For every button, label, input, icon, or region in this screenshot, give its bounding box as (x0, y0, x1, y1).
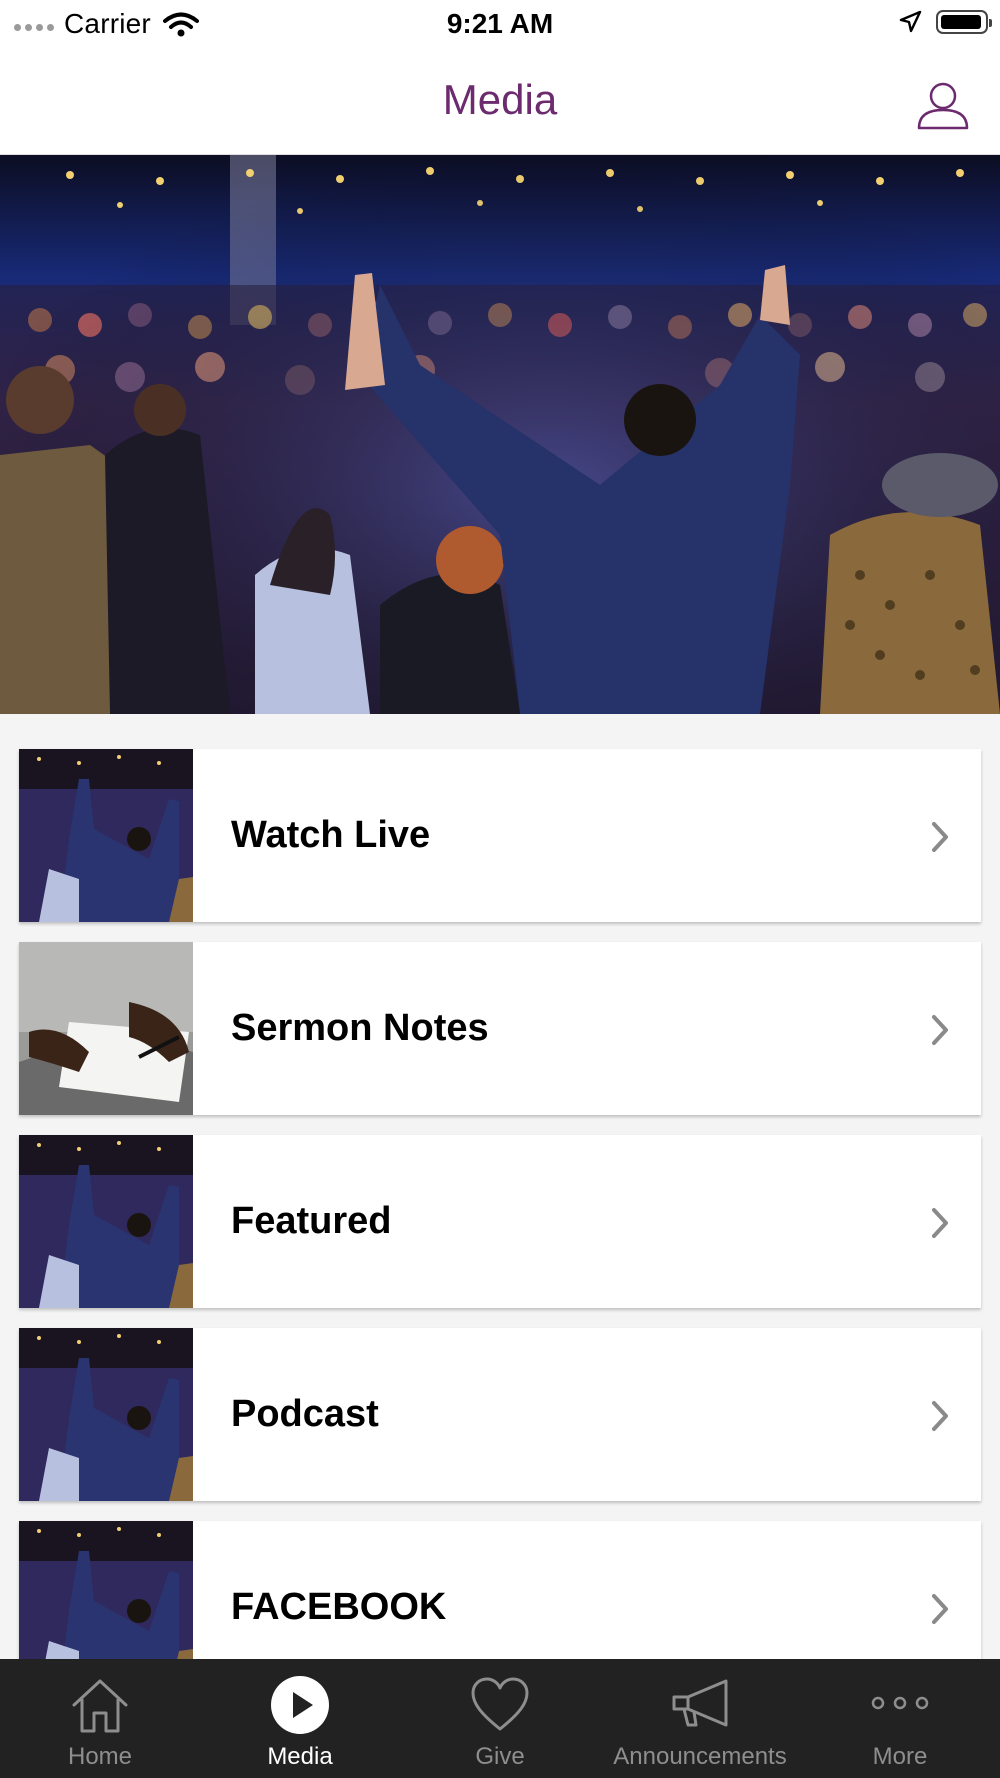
thumbnail-worship-crowd (19, 1135, 193, 1308)
tab-label: Home (67, 1743, 133, 1770)
status-bar: Carrier 9:21 AM (0, 0, 1000, 48)
chevron-right-icon (932, 1015, 948, 1045)
tab-give[interactable]: Give (400, 1659, 600, 1778)
chevron-right-icon (932, 1401, 948, 1431)
play-icon (271, 1676, 329, 1734)
chevron-right-icon (932, 1594, 948, 1624)
thumbnail-note-writing (19, 942, 193, 1115)
thumbnail-worship-crowd (19, 1328, 193, 1501)
tab-bar: Home Media Give Announcements More (0, 1659, 1000, 1778)
chevron-right-icon (932, 1208, 948, 1238)
list-item-podcast[interactable]: Podcast (19, 1328, 981, 1501)
tab-label: Media (267, 1743, 333, 1770)
list-item-watch-live[interactable]: Watch Live (19, 749, 981, 922)
thumbnail-worship-crowd (19, 749, 193, 922)
tab-media[interactable]: Media (200, 1659, 400, 1778)
tab-more[interactable]: More (800, 1659, 1000, 1778)
profile-icon[interactable] (916, 78, 970, 132)
location-arrow-icon (899, 10, 922, 33)
list-item-sermon-notes[interactable]: Sermon Notes (19, 942, 981, 1115)
tab-label: Announcements (613, 1743, 787, 1770)
hero-image (0, 155, 1000, 714)
list-item-label: Podcast (231, 1393, 379, 1435)
more-dots-icon (871, 1696, 929, 1710)
heart-icon (471, 1677, 529, 1731)
house-icon (72, 1679, 128, 1733)
status-right (898, 10, 992, 34)
tab-home[interactable]: Home (0, 1659, 200, 1778)
battery-icon (936, 10, 992, 34)
list-item-label: Featured (231, 1200, 392, 1242)
page-title: Media (442, 76, 558, 123)
tab-announcements[interactable]: Announcements (600, 1659, 800, 1778)
list-item-label: Sermon Notes (231, 1007, 489, 1049)
list-item-label: Watch Live (231, 814, 431, 856)
navigation-bar: Media (0, 48, 1000, 155)
chevron-right-icon (932, 822, 948, 852)
status-time: 9:21 AM (446, 8, 554, 39)
tab-label: More (872, 1743, 928, 1770)
tab-label: Give (475, 1743, 525, 1770)
list-item-featured[interactable]: Featured (19, 1135, 981, 1308)
megaphone-icon (672, 1679, 728, 1727)
